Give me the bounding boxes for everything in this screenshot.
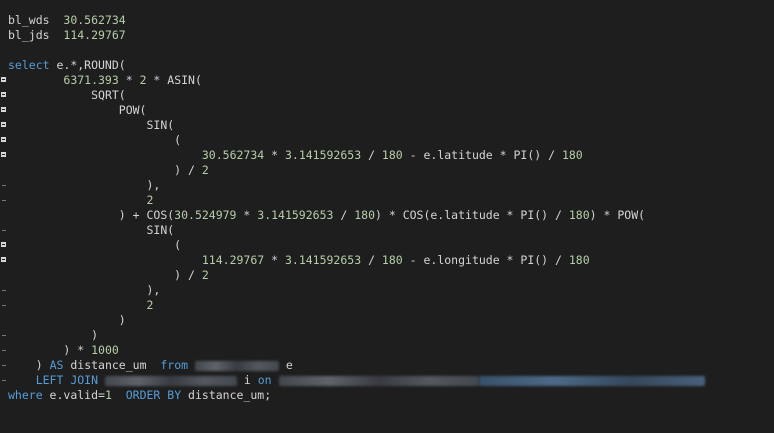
variable-row: bl_jds 114.29767: [0, 28, 126, 43]
variable-row: bl_wds 30.562734: [0, 13, 126, 28]
code-line: ): [0, 313, 126, 336]
code-line: (: [0, 133, 181, 157]
redacted-table-name: [104, 375, 237, 386]
code-line: 30.562734 * 3.141592653 / 180 - e.latitu…: [201, 148, 583, 162]
code-line: ) AS distance_um from e: [0, 358, 293, 381]
code-line: 6371.393 * 2 * ASIN(: [0, 73, 202, 97]
code-line: ),: [0, 178, 160, 201]
code-line: LEFT JOIN i on: [0, 373, 705, 388]
redacted-join-condition: [278, 375, 479, 386]
code-line: select e.*,ROUND(: [0, 58, 126, 82]
code-line: where e.valid=1 ORDER BY distance_um;: [8, 388, 272, 402]
code-line: ): [0, 328, 98, 351]
code-line: SQRT(: [0, 88, 126, 112]
variable-value: 30.562734: [63, 13, 126, 27]
code-line: ) / 2: [0, 268, 209, 291]
redacted-join-condition: [478, 375, 705, 386]
variable-value: 114.29767: [63, 28, 126, 42]
code-line: 2: [146, 298, 154, 312]
code-line: 2: [146, 193, 154, 207]
code-line: 114.29767 * 3.141592653 / 180 - e.longit…: [201, 253, 590, 267]
code-line: SIN(: [0, 223, 174, 247]
code-line: POW(: [0, 103, 146, 127]
code-line: (: [0, 238, 181, 262]
code-line: ) / 2: [0, 163, 209, 186]
variable-name: bl_wds: [8, 13, 50, 27]
sql-editor[interactable]: bl_wds 30.562734 bl_jds 114.29767 select…: [0, 0, 774, 406]
code-line: ) + COS(30.524979 * 3.141592653 / 180) *…: [0, 208, 645, 231]
redacted-table-name: [195, 360, 279, 371]
code-line: ) * 1000: [0, 343, 119, 366]
code-line: ),: [0, 283, 160, 306]
code-line: SIN(: [0, 118, 174, 142]
variable-name: bl_jds: [8, 28, 50, 42]
